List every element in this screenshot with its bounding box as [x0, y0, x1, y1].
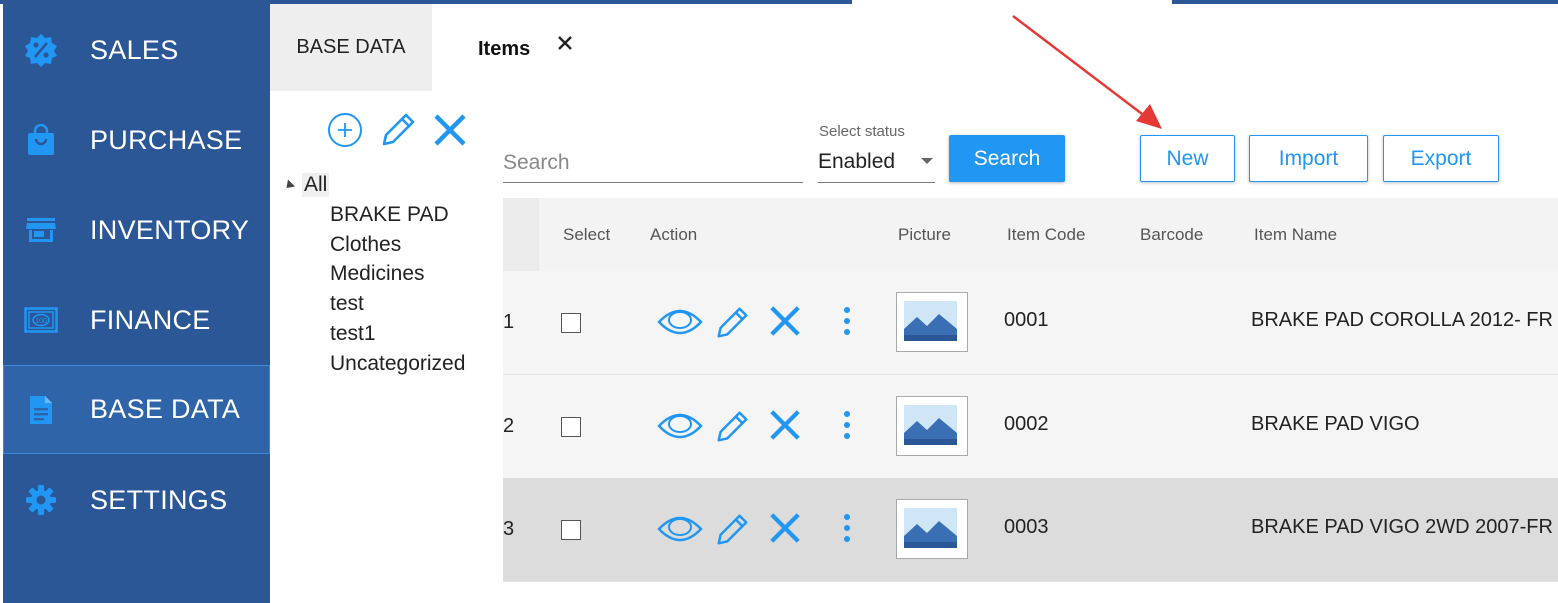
- delete-x-icon[interactable]: [768, 511, 802, 550]
- item-code-cell: 0001: [1004, 309, 1049, 331]
- row-number: 2: [503, 415, 515, 437]
- edit-pencil-icon[interactable]: [713, 511, 751, 554]
- tree-node[interactable]: Clothes: [330, 233, 401, 257]
- tab-base-data[interactable]: BASE DATA: [270, 4, 432, 91]
- item-picture-placeholder-icon: [896, 499, 968, 559]
- sidebar-item-label: BASE DATA: [90, 394, 241, 424]
- item-code-cell: 0002: [1004, 413, 1049, 435]
- sidebar: SALES PURCHASE INVENTORY 100 FINANCE BAS…: [3, 4, 270, 603]
- sidebar-item-finance[interactable]: 100 FINANCE: [3, 276, 270, 364]
- sidebar-item-label: SETTINGS: [90, 484, 228, 515]
- new-button[interactable]: New: [1140, 135, 1235, 182]
- sidebar-item-label: INVENTORY: [90, 214, 250, 245]
- delete-category-button[interactable]: [432, 112, 468, 153]
- expand-triangle-icon[interactable]: [282, 178, 296, 192]
- sidebar-item-label: PURCHASE: [90, 124, 243, 155]
- add-circle-icon: [328, 113, 362, 147]
- status-select-label: Select status: [819, 123, 905, 140]
- chevron-down-icon: [921, 158, 933, 164]
- more-vertical-icon[interactable]: [841, 511, 853, 550]
- row-select-checkbox[interactable]: [561, 313, 581, 333]
- tab-label: Items: [478, 38, 531, 60]
- item-name-cell: BRAKE PAD VIGO 2WD 2007-FR: [1251, 516, 1553, 538]
- row-number: 1: [503, 311, 515, 333]
- column-header-barcode[interactable]: Barcode: [1140, 225, 1203, 245]
- row-select-checkbox[interactable]: [561, 417, 581, 437]
- edit-pencil-icon[interactable]: [713, 304, 751, 347]
- sidebar-item-settings[interactable]: SETTINGS: [3, 456, 270, 544]
- row-number-header: [503, 198, 539, 271]
- tree-node[interactable]: BRAKE PAD: [330, 203, 449, 227]
- tree-node[interactable]: Uncategorized: [330, 352, 465, 376]
- export-button[interactable]: Export: [1383, 135, 1499, 182]
- sidebar-item-purchase[interactable]: PURCHASE: [3, 96, 270, 184]
- sidebar-item-inventory[interactable]: INVENTORY: [3, 186, 270, 274]
- store-icon: [24, 213, 58, 247]
- column-header-item-code[interactable]: Item Code: [1007, 225, 1085, 245]
- status-select-value: Enabled: [818, 150, 896, 173]
- tree-node[interactable]: test1: [330, 322, 376, 346]
- item-code-cell: 0003: [1004, 516, 1049, 538]
- search-button[interactable]: Search: [949, 135, 1065, 182]
- row-number: 3: [503, 518, 515, 540]
- sidebar-item-label: FINANCE: [90, 304, 211, 335]
- item-picture-placeholder-icon: [896, 396, 968, 456]
- table-row[interactable]: 2 0002 BRAKE PAD VIGO: [503, 375, 1558, 479]
- view-eye-icon[interactable]: [657, 408, 703, 449]
- import-button[interactable]: Import: [1249, 135, 1368, 182]
- top-accent-strip: [1172, 0, 1558, 4]
- document-icon: [24, 393, 58, 427]
- svg-text:100: 100: [35, 318, 47, 325]
- table-header: Select Action Picture Item Code Barcode …: [503, 198, 1558, 271]
- gear-icon: [24, 483, 58, 517]
- pencil-icon: [382, 113, 415, 146]
- close-icon[interactable]: [556, 34, 574, 52]
- search-input[interactable]: [503, 144, 803, 183]
- sidebar-item-label: SALES: [90, 34, 179, 65]
- row-select-checkbox[interactable]: [561, 520, 581, 540]
- tree-node[interactable]: test: [330, 292, 364, 316]
- column-header-item-name[interactable]: Item Name: [1254, 225, 1337, 245]
- view-eye-icon[interactable]: [657, 304, 703, 345]
- delete-x-icon[interactable]: [768, 304, 802, 343]
- tree-node-label: All: [302, 173, 330, 197]
- more-vertical-icon[interactable]: [841, 304, 853, 343]
- more-vertical-icon[interactable]: [841, 408, 853, 447]
- column-header-picture[interactable]: Picture: [898, 225, 951, 245]
- edit-category-button[interactable]: [378, 110, 418, 155]
- banknote-icon: 100: [24, 303, 58, 337]
- table-row[interactable]: 3 0003 BRAKE PAD VIGO 2WD 2007-FR: [503, 478, 1558, 582]
- view-eye-icon[interactable]: [657, 511, 703, 552]
- table-row[interactable]: 1 0001 BRAKE PAD COROLLA 2012- FR: [503, 271, 1558, 375]
- column-header-select[interactable]: Select: [563, 225, 610, 245]
- tree-node-all[interactable]: All: [282, 172, 330, 198]
- column-header-action[interactable]: Action: [650, 225, 697, 245]
- tab-items[interactable]: Items: [432, 4, 580, 91]
- status-select[interactable]: Enabled: [818, 144, 935, 183]
- tree-node[interactable]: Medicines: [330, 262, 425, 286]
- delete-x-icon[interactable]: [768, 408, 802, 447]
- item-name-cell: BRAKE PAD VIGO: [1251, 413, 1420, 435]
- percent-badge-icon: [24, 33, 58, 67]
- sidebar-item-sales[interactable]: SALES: [3, 6, 270, 94]
- sidebar-item-base-data[interactable]: BASE DATA: [3, 365, 270, 454]
- shopping-bag-icon: [24, 123, 58, 157]
- close-x-icon: [434, 114, 466, 146]
- item-name-cell: BRAKE PAD COROLLA 2012- FR: [1251, 309, 1553, 331]
- item-picture-placeholder-icon: [896, 292, 968, 352]
- add-category-button[interactable]: [326, 112, 364, 155]
- edit-pencil-icon[interactable]: [713, 408, 751, 451]
